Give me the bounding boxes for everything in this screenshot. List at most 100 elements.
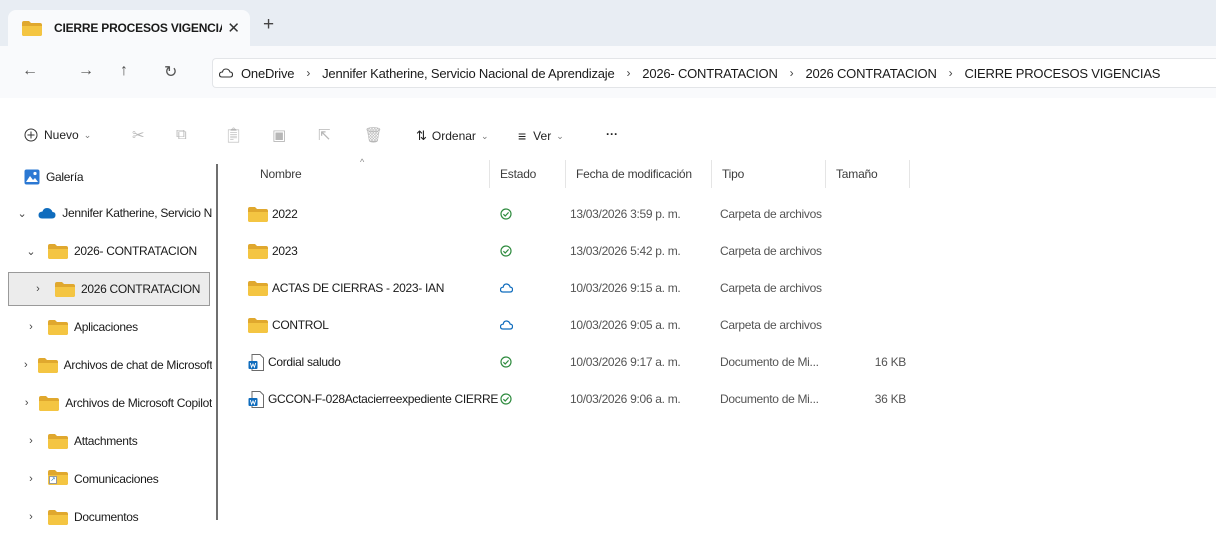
sort-button[interactable]: ⇅ Ordenar ⌄ [416, 128, 488, 144]
new-button-label: Nuevo [44, 128, 79, 142]
type-cell: Carpeta de archivos [720, 244, 822, 258]
paste-icon[interactable]: 📋︎ [224, 126, 243, 144]
expand-chevron-icon[interactable]: › [31, 283, 45, 295]
expand-chevron-icon[interactable]: › [24, 321, 38, 333]
size-cell: 16 KB [874, 355, 907, 369]
breadcrumb-item[interactable]: 2026- CONTRATACION [642, 66, 778, 81]
cloud-only-icon [500, 320, 513, 330]
sidebar-item[interactable]: › Archivos de Microsoft Copilot [0, 386, 212, 420]
sidebar-item[interactable]: › Aplicaciones [0, 310, 212, 344]
status-cell [500, 307, 513, 343]
navigation-pane: Galería ⌄ Jennifer Katherine, Servicio N ⌄… [0, 158, 218, 525]
folder-icon [48, 243, 68, 259]
size-cell [820, 270, 906, 306]
expand-chevron-icon[interactable]: › [24, 435, 38, 447]
file-name-cell: 2022 [248, 196, 298, 232]
sidebar-item-label: Comunicaciones [74, 472, 159, 486]
back-arrow-icon[interactable]: ← [22, 62, 38, 80]
command-bar: Nuevo ⌄ ✂ ⧉ 📋︎ ▣ ⇱ 🗑︎ ⇅ Ordenar ⌄ ≡ Ver … [0, 116, 1216, 156]
breadcrumb-item[interactable]: 2026 CONTRATACION [805, 66, 936, 81]
forward-arrow-icon[interactable]: → [78, 62, 94, 80]
column-header-name[interactable]: Nombre ^ [250, 157, 490, 188]
size-cell: 36 KB [874, 392, 907, 406]
sidebar-item[interactable]: › Attachments [0, 424, 212, 458]
tab-bar: CIERRE PROCESOS VIGENCIAS ✕ + [0, 0, 1216, 46]
sort-button-label: Ordenar [431, 129, 476, 143]
column-header-size[interactable]: Tamaño [826, 160, 910, 188]
tab-title: CIERRE PROCESOS VIGENCIAS [54, 21, 222, 35]
rename-icon[interactable]: ▣ [272, 126, 286, 144]
share-icon[interactable]: ⇱ [318, 126, 331, 144]
expand-chevron-icon[interactable]: ⌄ [24, 245, 38, 258]
sidebar-item-label: Aplicaciones [74, 320, 138, 334]
sidebar-item[interactable]: › ↗ Comunicaciones [0, 462, 212, 496]
sidebar-item[interactable]: Galería [0, 160, 212, 194]
expand-chevron-icon[interactable]: ⌄ [16, 207, 28, 220]
sidebar-item[interactable]: › Archivos de chat de Microsoft [0, 348, 212, 382]
expand-chevron-icon[interactable]: › [24, 397, 29, 409]
breadcrumb[interactable]: OneDrive › Jennifer Katherine, Servicio Na… [212, 58, 1216, 88]
view-button[interactable]: ≡ Ver ⌄ [518, 128, 564, 144]
date-cell: 13/03/2026 3:59 p. m. [570, 207, 681, 221]
folder-icon [248, 243, 268, 259]
file-name-cell: Cordial saludo [248, 344, 341, 380]
sidebar-item[interactable]: ⌄ 2026- CONTRATACION [0, 234, 212, 268]
date-cell: 10/03/2026 9:05 a. m. [570, 318, 681, 332]
file-name: 2023 [272, 244, 298, 258]
onedrive-cloud-icon [38, 208, 56, 219]
sort-caret-icon: ^ [360, 157, 365, 167]
breadcrumb-item[interactable]: OneDrive [241, 66, 295, 81]
status-cell [500, 381, 512, 417]
cloud-only-icon [500, 283, 513, 293]
file-name: 2022 [272, 207, 298, 221]
file-name-cell: CONTROL [248, 307, 329, 343]
close-tab-icon[interactable]: ✕ [227, 19, 240, 37]
table-row[interactable]: 2022 13/03/2026 3:59 p. m. Carpeta de arc… [240, 196, 1216, 232]
sidebar-item[interactable]: ⌄ Jennifer Katherine, Servicio N [0, 196, 212, 230]
expand-chevron-icon[interactable]: › [24, 359, 28, 371]
delete-icon[interactable]: 🗑︎ [364, 126, 383, 144]
breadcrumb-item[interactable]: CIERRE PROCESOS VIGENCIAS [964, 66, 1160, 81]
breadcrumb-separator-icon: › [306, 66, 311, 80]
sidebar-item[interactable]: › Documentos [0, 500, 212, 534]
size-cell [820, 233, 906, 269]
folder-icon [248, 206, 268, 222]
table-row[interactable]: GCCON-F-028Actacierreexpediente CIERRE 1… [240, 381, 1216, 417]
column-header-type[interactable]: Tipo [712, 160, 826, 188]
date-cell: 10/03/2026 9:17 a. m. [570, 355, 681, 369]
onedrive-cloud-icon [219, 68, 233, 78]
new-tab-button[interactable]: + [263, 14, 274, 36]
table-row[interactable]: Cordial saludo 10/03/2026 9:17 a. m. Docu… [240, 344, 1216, 380]
up-arrow-icon[interactable]: ↑ [120, 62, 128, 80]
expand-chevron-icon[interactable]: › [24, 511, 38, 523]
folder-icon [37, 357, 58, 373]
more-options-icon[interactable]: ··· [606, 127, 618, 141]
refresh-icon[interactable]: ↻ [164, 62, 177, 82]
sidebar-item[interactable]: › 2026 CONTRATACION [8, 272, 210, 306]
column-header-status[interactable]: Estado [490, 160, 566, 188]
tab-active[interactable]: CIERRE PROCESOS VIGENCIAS ✕ [8, 10, 250, 46]
size-cell [820, 196, 906, 232]
column-header-date[interactable]: Fecha de modificación [566, 160, 712, 188]
copy-icon[interactable]: ⧉ [176, 126, 187, 143]
synced-check-icon [500, 245, 512, 257]
expand-chevron-icon[interactable]: › [24, 473, 38, 485]
pane-splitter[interactable] [216, 164, 218, 520]
folder-icon [248, 280, 268, 296]
folder-icon [39, 395, 60, 411]
new-button[interactable]: Nuevo ⌄ [24, 128, 91, 142]
table-row[interactable]: 2023 13/03/2026 5:42 p. m. Carpeta de arc… [240, 233, 1216, 269]
breadcrumb-separator-icon: › [948, 66, 953, 80]
folder-icon [48, 433, 68, 449]
sidebar-item-label: Galería [46, 170, 84, 184]
breadcrumb-item[interactable]: Jennifer Katherine, Servicio Nacional de… [322, 66, 615, 81]
table-row[interactable]: CONTROL 10/03/2026 9:05 a. m. Carpeta de … [240, 307, 1216, 343]
chevron-down-icon: ⌄ [480, 130, 489, 141]
view-button-label: Ver [533, 129, 552, 143]
type-cell: Carpeta de archivos [720, 207, 822, 221]
synced-check-icon [500, 356, 512, 368]
table-row[interactable]: ACTAS DE CIERRAS - 2023- IAN 10/03/2026 … [240, 270, 1216, 306]
cut-icon[interactable]: ✂ [132, 126, 145, 144]
sort-arrows-icon: ⇅ [416, 128, 427, 143]
sidebar-item-label: 2026- CONTRATACION [74, 244, 197, 258]
